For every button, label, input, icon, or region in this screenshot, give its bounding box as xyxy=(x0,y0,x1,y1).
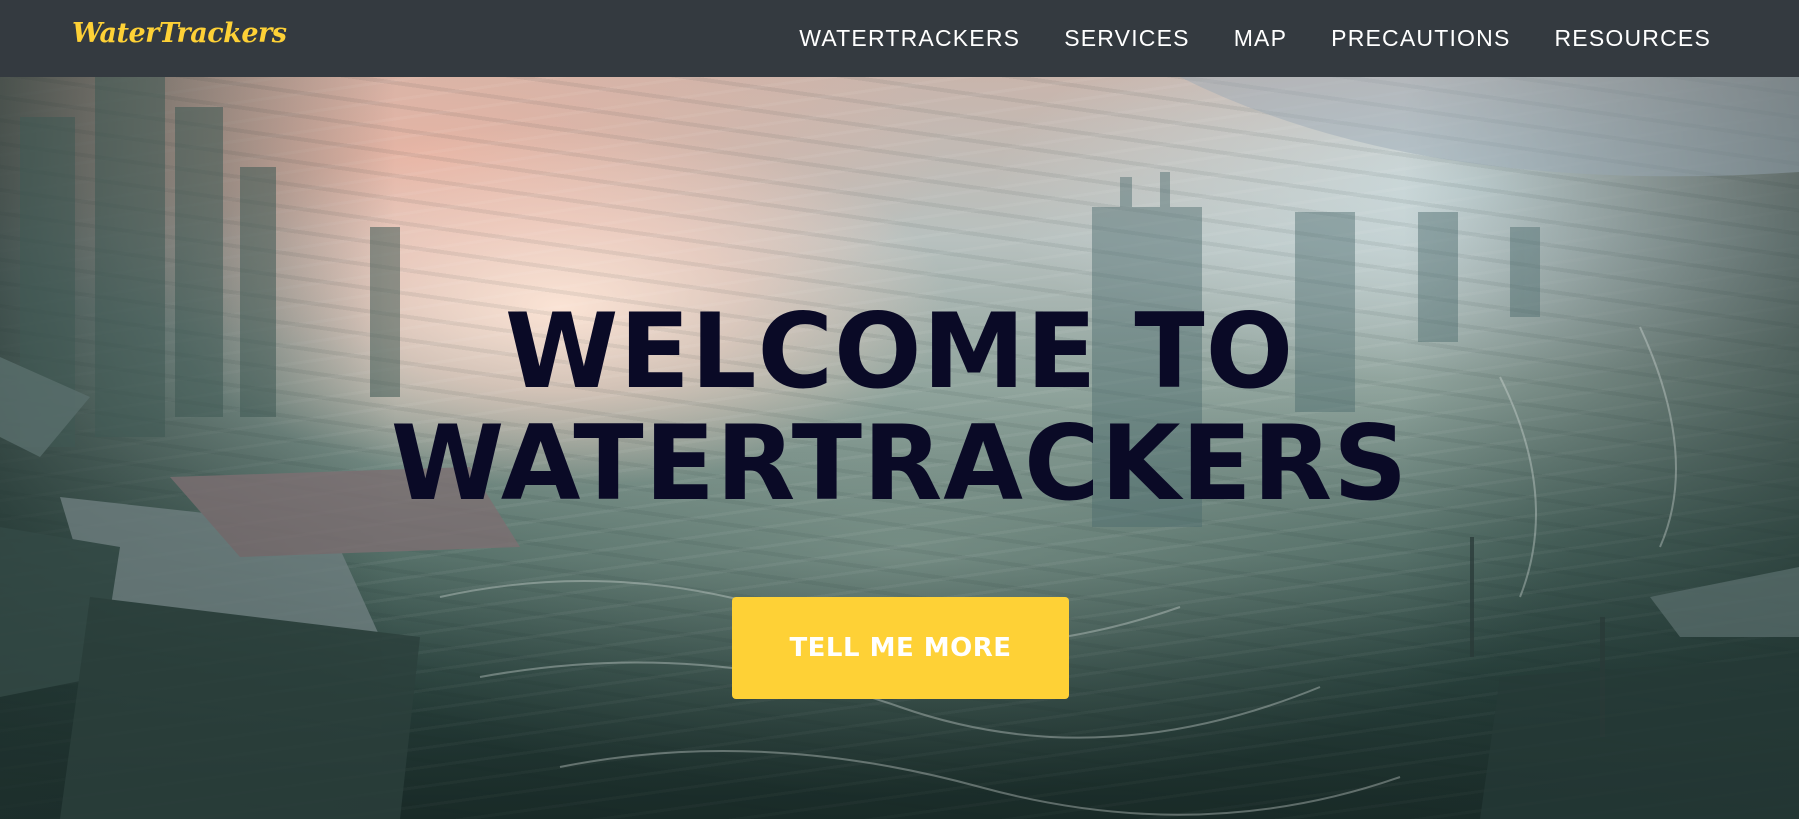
nav-link-services[interactable]: SERVICES xyxy=(1064,25,1190,52)
brand-logo[interactable]: WaterTrackers xyxy=(72,18,287,49)
nav-links: WATERTRACKERS SERVICES MAP PRECAUTIONS R… xyxy=(799,0,1711,77)
page: WaterTrackers WATERTRACKERS SERVICES MAP… xyxy=(0,0,1799,819)
nav-link-watertrackers[interactable]: WATERTRACKERS xyxy=(799,25,1020,52)
tell-me-more-button[interactable]: TELL ME MORE xyxy=(732,597,1069,699)
nav-link-map[interactable]: MAP xyxy=(1234,25,1287,52)
hero-title-line-2: WATERTRACKERS xyxy=(390,404,1409,524)
hero-section: WELCOME TO WATERTRACKERS TELL ME MORE xyxy=(0,77,1799,819)
nav-link-precautions[interactable]: PRECAUTIONS xyxy=(1331,25,1510,52)
hero-title: WELCOME TO WATERTRACKERS xyxy=(0,296,1799,520)
nav-link-resources[interactable]: RESOURCES xyxy=(1555,25,1712,52)
hero-title-line-1: WELCOME TO xyxy=(504,292,1295,412)
navbar: WaterTrackers WATERTRACKERS SERVICES MAP… xyxy=(0,0,1799,77)
